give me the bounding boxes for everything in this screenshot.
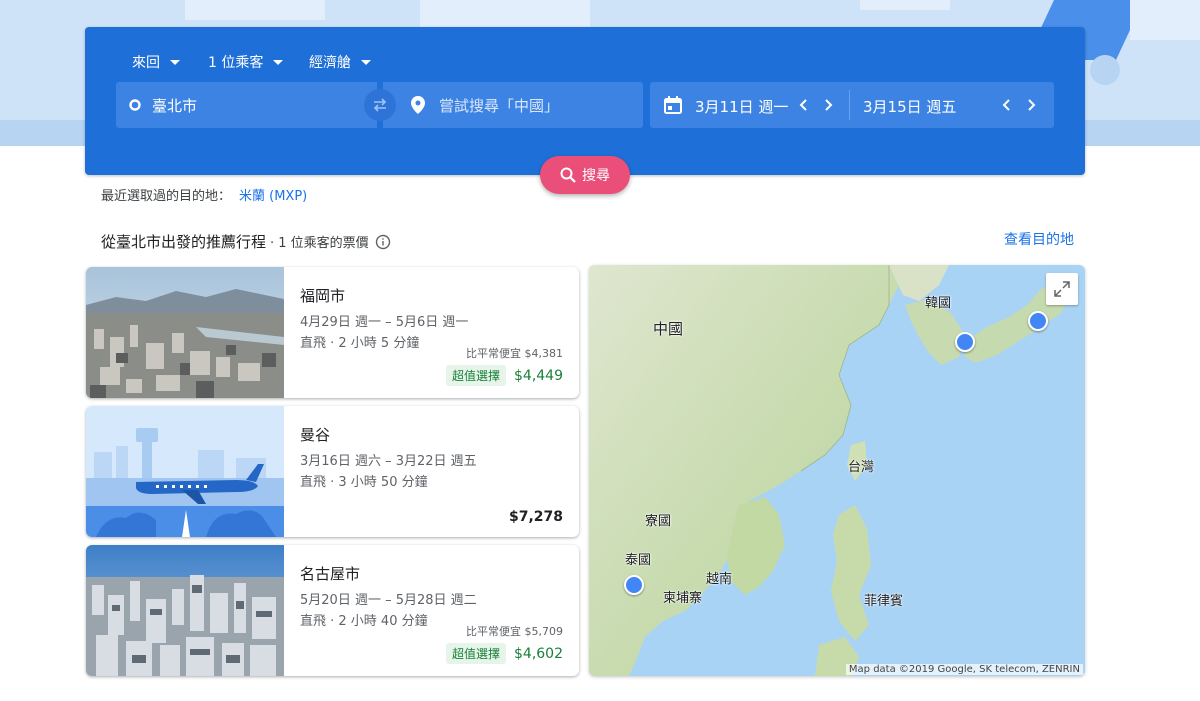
search-panel: 來回 1 位乘客 經濟艙 臺北市 嘗試搜尋「中國」 3月11日 週一 3月15日… (85, 27, 1085, 175)
expand-map-button[interactable] (1046, 273, 1078, 305)
map-credit: Map data ©2019 Google, SK telecom, ZENRI… (845, 664, 1083, 675)
map-label-philippines: 菲律賓 (864, 594, 904, 609)
passengers-label: 1 位乘客 (208, 55, 264, 71)
section-title: 從臺北市出發的推薦行程 (101, 233, 267, 251)
recent-destination-link[interactable]: 米蘭 (MXP) (239, 189, 307, 204)
recent-destinations: 最近選取過的目的地： 米蘭 (MXP) (101, 185, 307, 204)
map-label-korea: 韓國 (925, 296, 952, 311)
card-flight: 直飛 · 3 小時 50 分鐘 (300, 475, 428, 490)
date-separator (849, 90, 850, 120)
expand-icon (1054, 281, 1070, 297)
deal-badge: 超值選擇 (445, 643, 506, 664)
destination-card-bangkok[interactable]: 曼谷 3月16日 週六 – 3月22日 週五 直飛 · 3 小時 50 分鐘 $… (86, 406, 579, 537)
card-price-block: 比平常便宜 $4,381 超值選擇 $4,449 (445, 345, 563, 386)
trip-type-label: 來回 (132, 55, 160, 71)
destination-input[interactable]: 嘗試搜尋「中國」 (383, 82, 643, 128)
card-dates: 4月29日 週一 – 5月6日 週一 (300, 315, 469, 330)
card-price-block: $7,278 (509, 506, 563, 525)
depart-prev-chevron-icon[interactable] (795, 96, 813, 114)
destination-card-fukuoka[interactable]: 福岡市 4月29日 週一 – 5月6日 週一 直飛 · 2 小時 5 分鐘 比平… (86, 267, 579, 398)
map-label-thailand: 泰國 (625, 553, 652, 568)
card-dates: 5月20日 週一 – 5月28日 週二 (300, 593, 477, 608)
view-destinations-link[interactable]: 查看目的地 (1004, 229, 1074, 249)
recent-label: 最近選取過的目的地： (101, 189, 232, 204)
card-city: 福岡市 (300, 287, 346, 305)
card-info: 福岡市 4月29日 週一 – 5月6日 週一 直飛 · 2 小時 5 分鐘 (300, 285, 468, 354)
depart-date[interactable]: 3月11日 週一 (695, 96, 788, 117)
chevron-down-icon (361, 59, 371, 65)
destination-placeholder: 嘗試搜尋「中國」 (439, 96, 560, 115)
card-info: 名古屋市 5月20日 週一 – 5月28日 週二 直飛 · 2 小時 40 分鐘 (300, 563, 477, 632)
search-button[interactable]: 搜尋 (540, 156, 630, 194)
nagoya-photo (86, 545, 284, 676)
location-pin-icon (411, 96, 425, 114)
card-price-block: 比平常便宜 $5,709 超值選擇 $4,602 (445, 623, 563, 664)
section-subtitle: · 1 位乘客的票價 (270, 236, 369, 251)
map-label-taiwan: 台灣 (848, 460, 875, 475)
cabin-label: 經濟艙 (309, 55, 351, 71)
deal-badge: 超值選擇 (445, 365, 506, 386)
map-label-cambodia: 柬埔寨 (663, 591, 703, 606)
card-normal-price: 比平常便宜 $5,709 (466, 625, 563, 638)
card-price: $4,449 (514, 368, 563, 384)
cabin-select[interactable]: 經濟艙 (309, 52, 371, 72)
info-icon[interactable] (375, 234, 391, 250)
destination-card-nagoya[interactable]: 名古屋市 5月20日 週一 – 5月28日 週二 直飛 · 2 小時 40 分鐘… (86, 545, 579, 676)
map-label-vietnam: 越南 (706, 572, 733, 587)
card-info: 曼谷 3月16日 週六 – 3月22日 週五 直飛 · 3 小時 50 分鐘 (300, 424, 477, 493)
map-pin-nagoya[interactable] (1028, 311, 1048, 331)
fukuoka-photo (86, 267, 284, 398)
airport-illustration (86, 406, 284, 537)
swap-button[interactable] (364, 89, 396, 121)
card-city: 曼谷 (300, 426, 331, 444)
card-dates: 3月16日 週六 – 3月22日 週五 (300, 454, 477, 469)
card-price: $4,602 (514, 646, 563, 662)
card-normal-price: 比平常便宜 $4,381 (466, 347, 563, 360)
card-flight: 直飛 · 2 小時 5 分鐘 (300, 336, 420, 351)
map-label-china: 中國 (653, 320, 684, 338)
swap-arrows-icon (373, 98, 387, 112)
passengers-select[interactable]: 1 位乘客 (208, 52, 284, 72)
section-heading: 從臺北市出發的推薦行程 · 1 位乘客的票價 (101, 231, 391, 252)
origin-circle-icon (129, 99, 141, 111)
chevron-down-icon (273, 59, 284, 65)
trip-type-select[interactable]: 來回 (132, 52, 180, 72)
map-pin-fukuoka[interactable] (955, 332, 975, 352)
map-label-laos: 寮國 (645, 514, 672, 529)
depart-next-chevron-icon[interactable] (819, 96, 837, 114)
date-range: 3月11日 週一 3月15日 週五 (650, 82, 1054, 128)
search-icon (560, 167, 576, 183)
return-next-chevron-icon[interactable] (1022, 96, 1040, 114)
destinations-map[interactable]: 中國 韓國 日本 台灣 寮國 泰國 越南 柬埔寨 菲律賓 Map data ©2… (589, 265, 1085, 676)
origin-value: 臺北市 (152, 96, 198, 115)
search-button-label: 搜尋 (582, 168, 610, 184)
card-city: 名古屋市 (300, 565, 361, 583)
calendar-icon (664, 96, 682, 114)
card-price: $7,278 (508, 509, 563, 525)
origin-input[interactable]: 臺北市 (116, 82, 377, 128)
return-prev-chevron-icon[interactable] (998, 96, 1016, 114)
map-pin-bangkok[interactable] (624, 575, 644, 595)
chevron-down-icon (170, 59, 180, 65)
return-date[interactable]: 3月15日 週五 (863, 96, 956, 117)
